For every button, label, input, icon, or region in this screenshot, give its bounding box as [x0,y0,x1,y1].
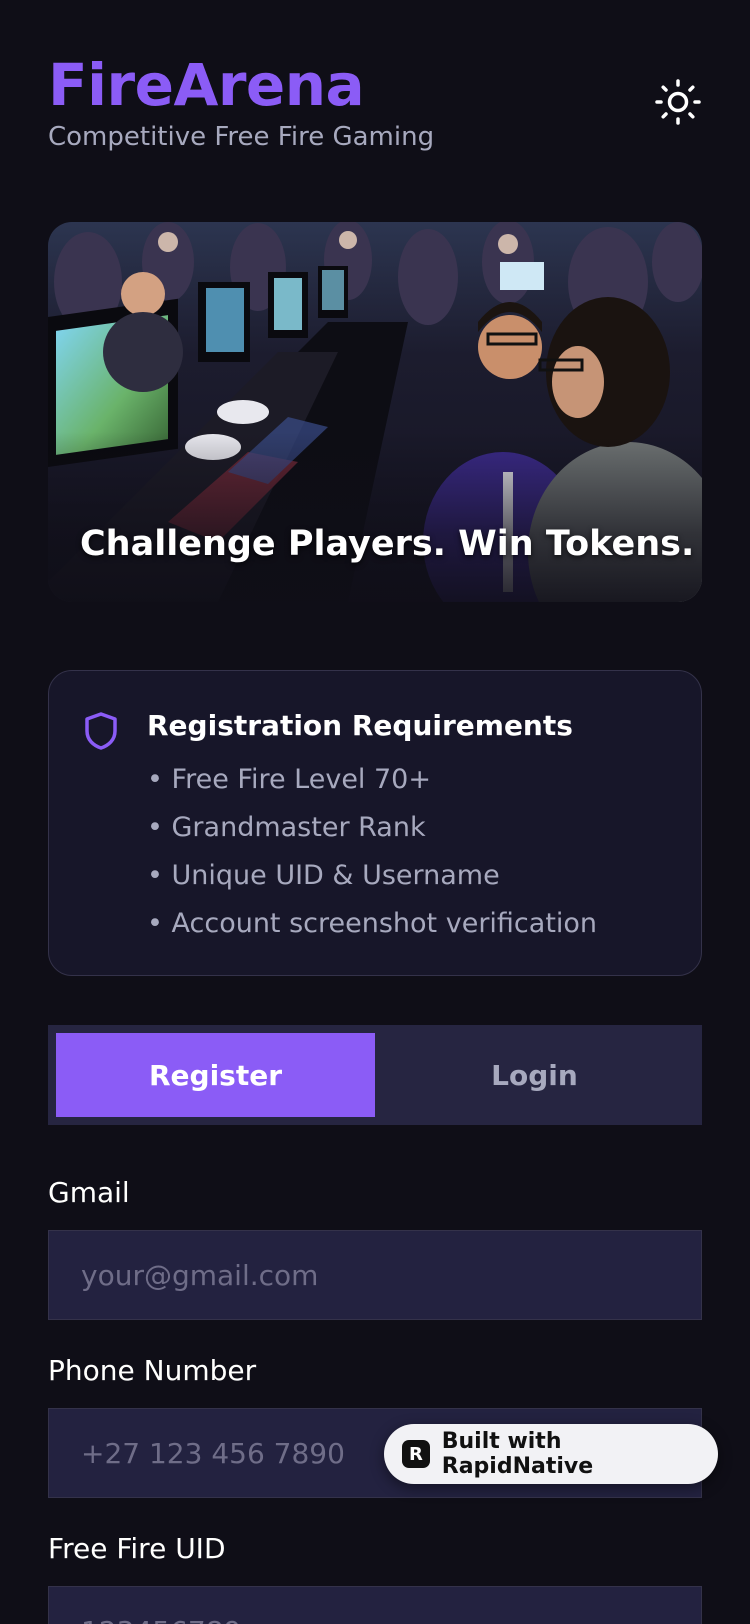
requirements-title: Registration Requirements [147,709,573,742]
requirement-item: • Account screenshot verification [147,908,598,939]
hero-banner: Challenge Players. Win Tokens. [48,222,702,602]
sun-icon [655,79,701,125]
requirements-list: • Free Fire Level 70+ • Grandmaster Rank… [147,759,597,951]
theme-toggle-button[interactable] [654,78,702,126]
requirement-item: • Grandmaster Rank [147,812,426,843]
auth-tabs: Register Login [48,1025,702,1125]
uid-label: Free Fire UID [48,1532,226,1565]
phone-label: Phone Number [48,1354,257,1387]
tab-register[interactable]: Register [56,1033,375,1117]
hero-overlay [48,432,702,602]
tab-login[interactable]: Login [375,1033,694,1117]
requirement-item: • Free Fire Level 70+ [147,764,431,795]
requirement-item: • Unique UID & Username [147,860,500,891]
badge-text: Built with RapidNative [441,1429,594,1479]
app-header: FireArena Competitive Free Fire Gaming [48,52,702,162]
rapidnative-logo-icon: R [402,1440,430,1468]
hero-caption: Challenge Players. Win Tokens. [80,524,695,564]
gmail-input[interactable] [48,1230,702,1320]
uid-input[interactable] [48,1586,702,1624]
requirements-card: Registration Requirements • Free Fire Le… [48,670,702,976]
app-title: FireArena [48,51,365,119]
built-with-badge[interactable]: R Built with RapidNative [384,1424,718,1484]
shield-icon [85,712,117,750]
app-tagline: Competitive Free Fire Gaming [48,122,435,152]
gmail-label: Gmail [48,1176,130,1209]
